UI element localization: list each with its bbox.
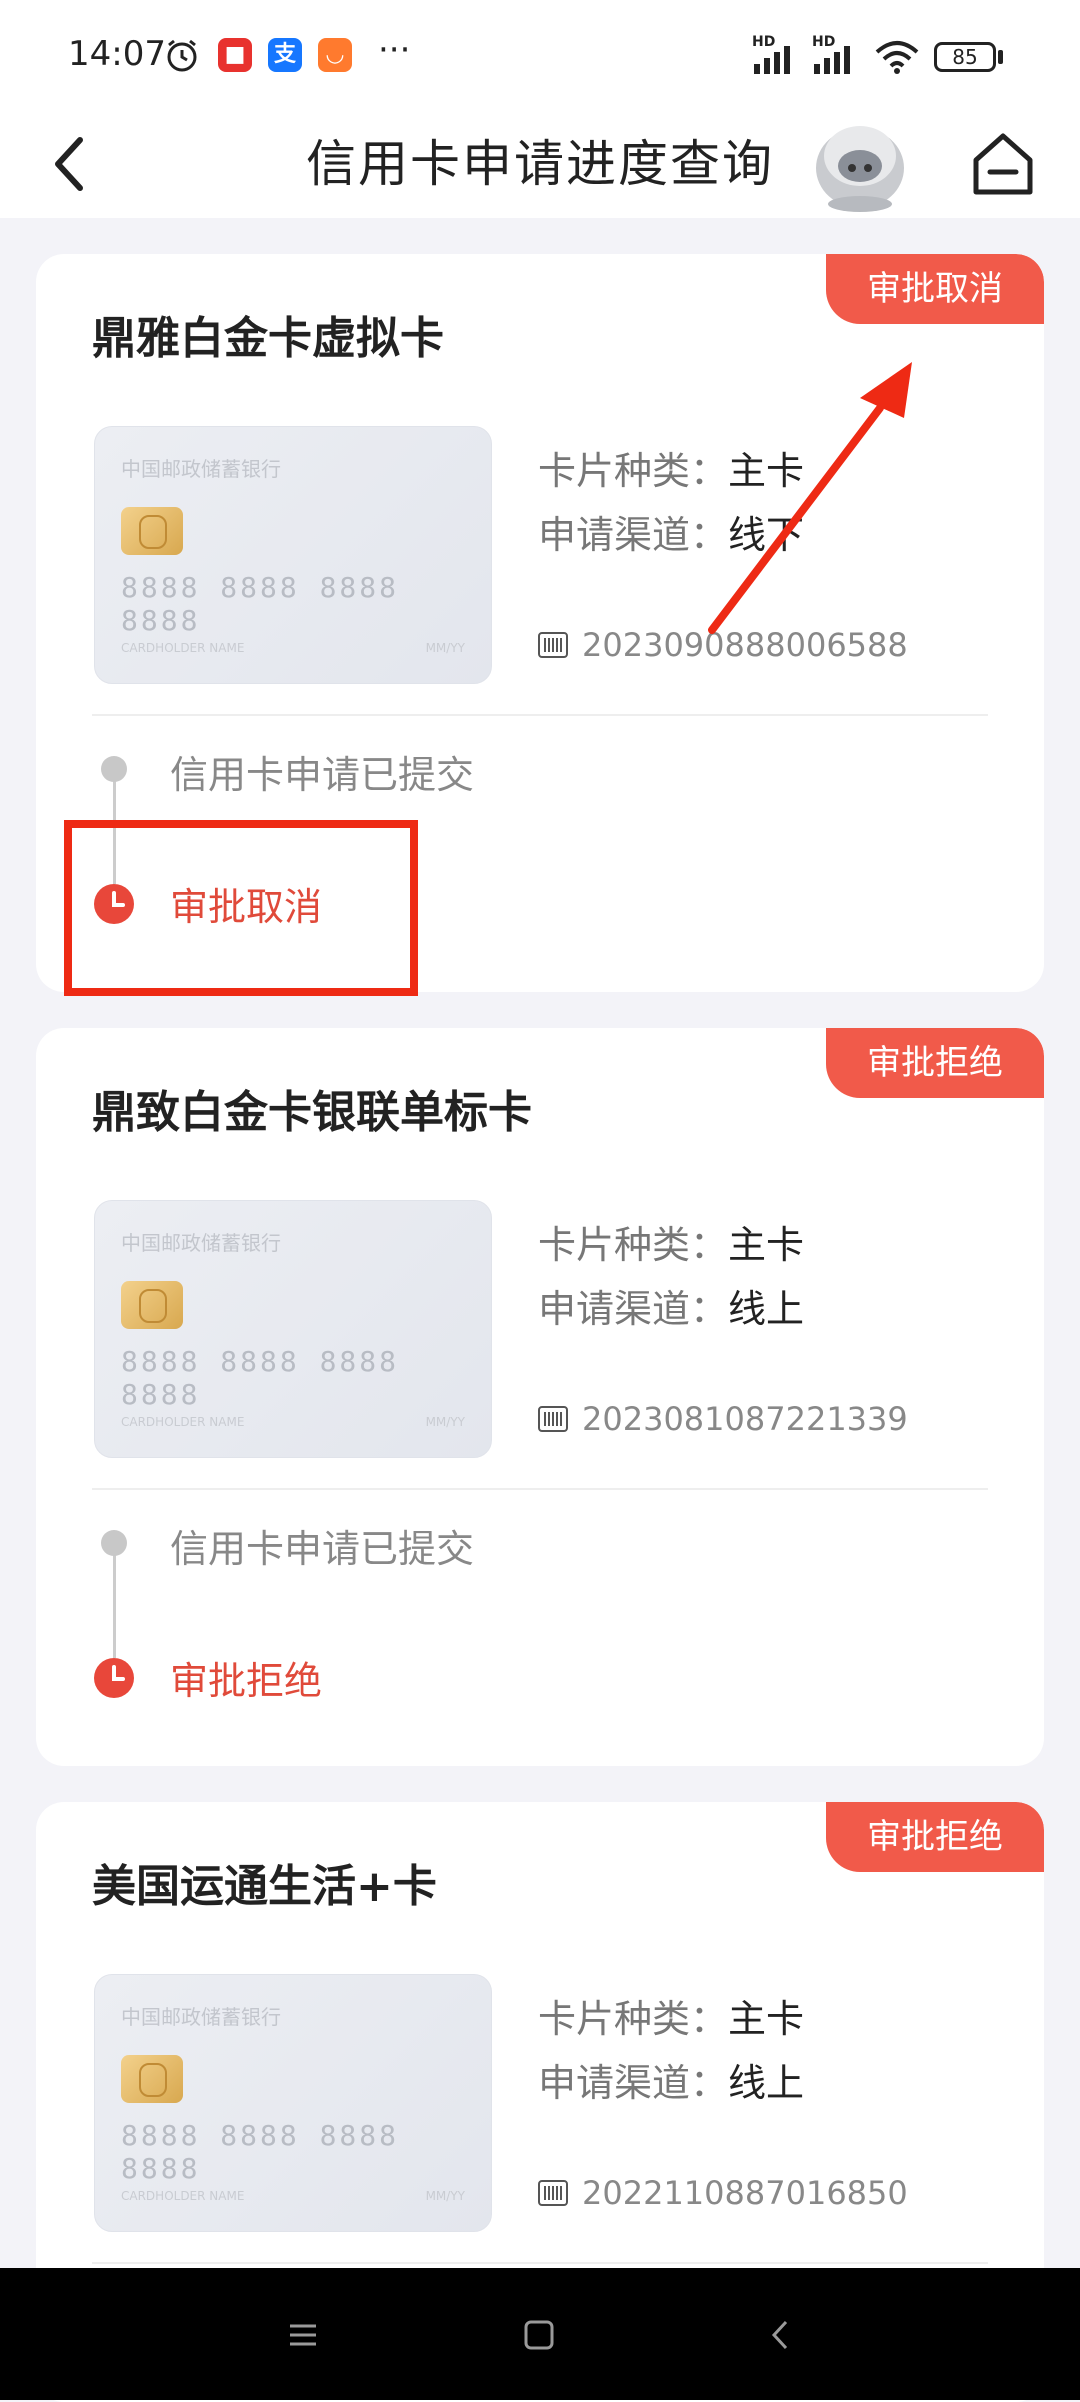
taobao-app-icon: ◡	[318, 38, 352, 72]
application-number-row: 2023081087221339	[538, 1400, 908, 1438]
card-type-value: 主卡	[728, 1223, 805, 1267]
card-product-name: 鼎雅白金卡虚拟卡	[92, 313, 444, 364]
card-bank-name: 中国邮政储蓄银行	[121, 1231, 281, 1255]
card-type-value: 主卡	[728, 1997, 805, 2041]
application-number: 2023081087221339	[582, 1400, 908, 1438]
card-number: 8888 8888 8888 8888	[121, 2119, 400, 2185]
timeline-step-result: 审批拒绝	[170, 1659, 323, 1703]
channel-label: 申请渠道：	[538, 513, 729, 557]
channel-label: 申请渠道：	[538, 1287, 729, 1331]
menu-nav-button[interactable]	[278, 2310, 328, 2360]
timeline-dot	[101, 756, 127, 782]
channel-value: 线下	[728, 513, 805, 557]
timeline-line	[113, 1548, 116, 1658]
status-tag: 审批拒绝	[826, 1802, 1044, 1872]
card-type-row: 卡片种类：主卡	[538, 1988, 804, 2043]
barcode-icon	[538, 632, 568, 658]
application-number: 2022110887016850	[582, 2174, 908, 2212]
card-product-name: 鼎致白金卡银联单标卡	[92, 1087, 532, 1138]
divider	[92, 714, 988, 716]
alarm-icon	[167, 39, 197, 72]
channel-value: 线上	[728, 1287, 805, 1331]
card-image: 中国邮政储蓄银行 8888 8888 8888 8888 CARDHOLDER …	[94, 426, 492, 684]
battery-icon: 85	[934, 42, 996, 72]
chip-icon	[121, 1281, 183, 1329]
card-type-value: 主卡	[728, 449, 805, 493]
divider	[92, 2262, 988, 2264]
channel-row: 申请渠道：线上	[538, 1278, 804, 1333]
back-nav-button[interactable]	[756, 2310, 806, 2360]
card-bank-name: 中国邮政储蓄银行	[121, 2005, 281, 2029]
divider	[92, 1488, 988, 1490]
red-packet-app-icon: ■	[218, 38, 252, 72]
battery-tip	[998, 50, 1003, 64]
channel-row: 申请渠道：线上	[538, 2052, 804, 2107]
card-image: 中国邮政储蓄银行 8888 8888 8888 8888 CARDHOLDER …	[94, 1974, 492, 2232]
status-tag: 审批拒绝	[826, 1028, 1044, 1098]
home-button[interactable]	[968, 126, 1038, 202]
cardholder-label: CARDHOLDER NAME	[121, 1415, 245, 1429]
card-number: 8888 8888 8888 8888	[121, 571, 400, 637]
cardholder-label: CARDHOLDER NAME	[121, 2189, 245, 2203]
astronaut-avatar[interactable]	[808, 116, 912, 212]
card-type-label: 卡片种类：	[538, 1223, 729, 1267]
timeline-step-submitted: 信用卡申请已提交	[170, 753, 475, 797]
status-bar: 14:07 ■ 支 ◡ ··· HD HD 85	[0, 0, 1080, 110]
system-nav-bar	[0, 2268, 1080, 2400]
channel-label: 申请渠道：	[538, 2061, 729, 2105]
valid-thru-label: MM/YY	[425, 641, 465, 655]
signal-icon-1	[754, 46, 790, 74]
card-type-row: 卡片种类：主卡	[538, 440, 804, 495]
timeline-dot	[101, 1530, 127, 1556]
alipay-app-icon: 支	[268, 38, 302, 72]
page-title: 信用卡申请进度查询	[306, 135, 774, 193]
application-number: 2023090888006588	[582, 626, 908, 664]
card-type-label: 卡片种类：	[538, 449, 729, 493]
valid-thru-label: MM/YY	[425, 1415, 465, 1429]
status-time: 14:07	[68, 34, 166, 74]
annotation-highlight-box	[64, 820, 418, 996]
channel-row: 申请渠道：线下	[538, 504, 804, 559]
chip-icon	[121, 507, 183, 555]
application-number-row: 2022110887016850	[538, 2174, 908, 2212]
card-image: 中国邮政储蓄银行 8888 8888 8888 8888 CARDHOLDER …	[94, 1200, 492, 1458]
timeline-step-submitted: 信用卡申请已提交	[170, 1527, 475, 1571]
status-tag: 审批取消	[826, 254, 1044, 324]
application-number-row: 2023090888006588	[538, 626, 908, 664]
card-number: 8888 8888 8888 8888	[121, 1345, 400, 1411]
application-card[interactable]: 审批拒绝 鼎致白金卡银联单标卡 中国邮政储蓄银行 8888 8888 8888 …	[36, 1028, 1044, 1766]
card-product-name: 美国运通生活+卡	[92, 1861, 437, 1912]
more-notifications-icon: ···	[378, 30, 411, 70]
signal-icon-2	[814, 46, 850, 74]
card-bank-name: 中国邮政储蓄银行	[121, 457, 281, 481]
header-bar: 信用卡申请进度查询	[0, 110, 1080, 218]
wifi-icon	[875, 41, 919, 74]
clock-icon	[94, 1658, 134, 1698]
chip-icon	[121, 2055, 183, 2103]
valid-thru-label: MM/YY	[425, 2189, 465, 2203]
card-type-label: 卡片种类：	[538, 1997, 729, 2041]
battery-level: 85	[952, 45, 978, 69]
cardholder-label: CARDHOLDER NAME	[121, 641, 245, 655]
home-nav-button[interactable]	[514, 2310, 564, 2360]
channel-value: 线上	[728, 2061, 805, 2105]
card-type-row: 卡片种类：主卡	[538, 1214, 804, 1269]
barcode-icon	[538, 1406, 568, 1432]
barcode-icon	[538, 2180, 568, 2206]
